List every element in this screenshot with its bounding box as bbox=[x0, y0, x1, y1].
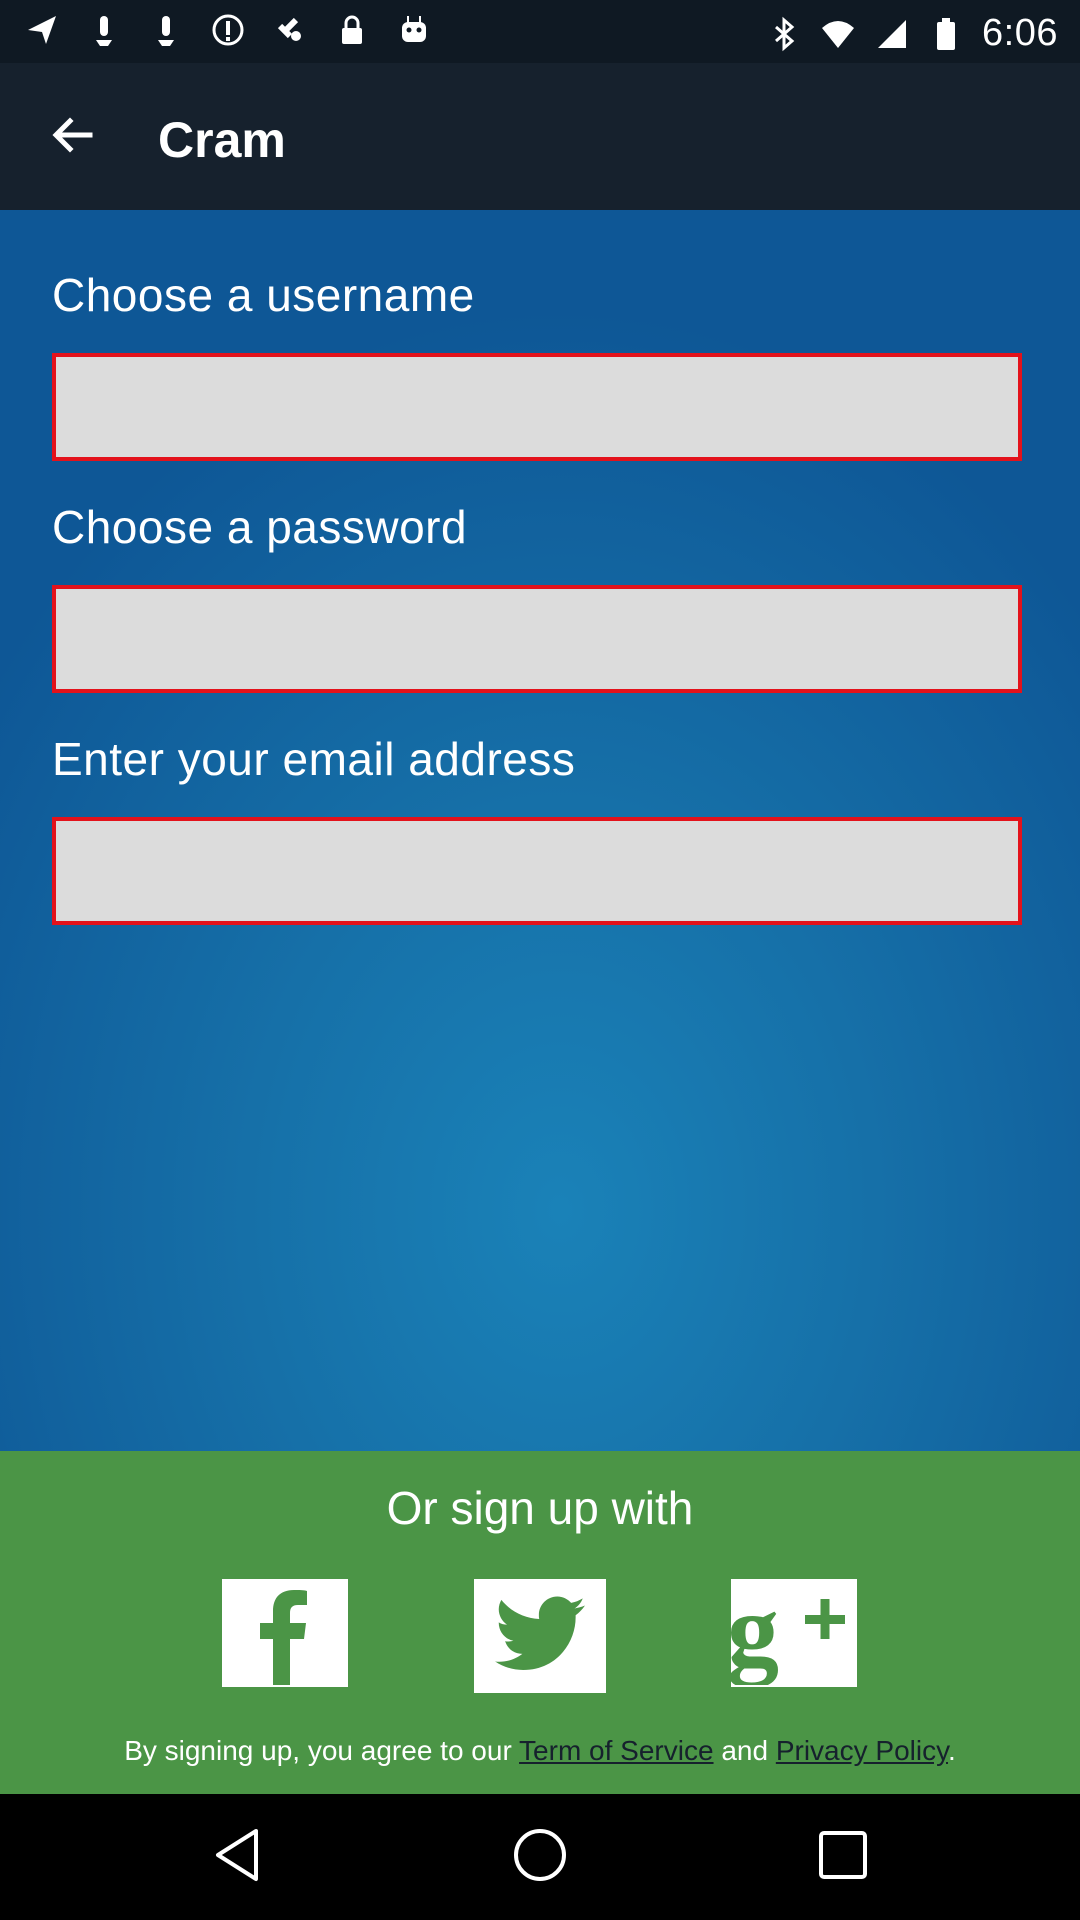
notification-icon bbox=[86, 12, 122, 48]
email-input[interactable] bbox=[52, 817, 1022, 925]
bluetooth-icon bbox=[766, 16, 802, 52]
status-time: 6:06 bbox=[982, 12, 1058, 54]
social-signup-panel: Or sign up with g By signing up, you agr… bbox=[0, 1451, 1080, 1794]
page-title: Cram bbox=[158, 112, 286, 168]
lock-icon bbox=[334, 12, 370, 48]
home-circle-icon bbox=[510, 1825, 570, 1890]
username-label: Choose a username bbox=[52, 269, 475, 321]
navigation-icon bbox=[24, 12, 60, 48]
app-bar: Cram bbox=[0, 63, 1080, 210]
social-signup-heading: Or sign up with bbox=[386, 1482, 694, 1534]
nav-back-button[interactable] bbox=[205, 1824, 271, 1890]
satellite-fake-icon bbox=[272, 12, 308, 48]
terms-prefix: By signing up, you agree to our bbox=[124, 1735, 520, 1766]
twitter-icon bbox=[495, 1596, 585, 1677]
svg-text:g: g bbox=[731, 1579, 779, 1685]
status-bar: 6:06 bbox=[0, 0, 1080, 63]
status-left-icons bbox=[24, 12, 432, 48]
facebook-icon bbox=[222, 1579, 348, 1687]
system-nav-bar bbox=[0, 1794, 1080, 1920]
facebook-button[interactable] bbox=[222, 1579, 348, 1687]
recents-square-icon bbox=[813, 1825, 873, 1890]
wifi-icon bbox=[820, 16, 856, 52]
android-icon bbox=[396, 12, 432, 48]
google-plus-button[interactable]: g bbox=[731, 1579, 857, 1687]
status-right-icons: 6:06 bbox=[766, 12, 1058, 55]
terms-middle: and bbox=[713, 1735, 776, 1766]
email-label: Enter your email address bbox=[52, 733, 576, 785]
terms-text: By signing up, you agree to our Term of … bbox=[0, 1735, 1080, 1767]
password-input[interactable] bbox=[52, 585, 1022, 693]
terms-suffix: . bbox=[948, 1735, 956, 1766]
back-button[interactable] bbox=[42, 107, 102, 167]
google-plus-icon: g bbox=[731, 1579, 857, 1687]
password-label: Choose a password bbox=[52, 501, 468, 553]
info-icon bbox=[210, 12, 246, 48]
nav-recents-button[interactable] bbox=[810, 1824, 876, 1890]
signup-form: Choose a username Choose a password Ente… bbox=[0, 210, 1080, 1451]
twitter-button[interactable] bbox=[474, 1579, 606, 1693]
arrow-left-icon bbox=[50, 113, 94, 162]
notification-icon bbox=[148, 12, 184, 48]
nav-home-button[interactable] bbox=[507, 1824, 573, 1890]
privacy-policy-link[interactable]: Privacy Policy bbox=[776, 1735, 948, 1766]
back-triangle-icon bbox=[208, 1825, 268, 1890]
battery-icon bbox=[928, 16, 964, 52]
terms-of-service-link[interactable]: Term of Service bbox=[519, 1735, 714, 1766]
username-input[interactable] bbox=[52, 353, 1022, 461]
signal-icon bbox=[874, 16, 910, 52]
